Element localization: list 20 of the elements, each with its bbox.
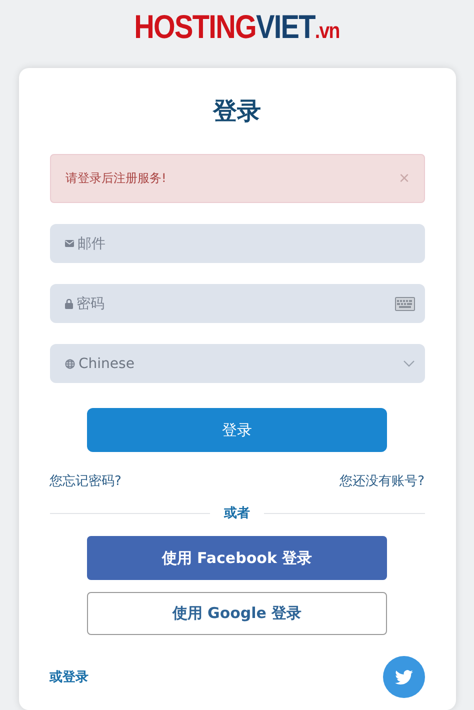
mail-icon bbox=[64, 240, 74, 247]
alert-text: 请登录后注册服务! bbox=[66, 170, 166, 187]
globe-icon bbox=[64, 358, 74, 368]
lock-icon bbox=[64, 298, 72, 308]
chevron-down-icon bbox=[402, 360, 414, 367]
logo: HOSTINGVIET.vn bbox=[134, 8, 340, 47]
or-login-text: 或登录 bbox=[50, 669, 88, 686]
page-title: 登录 bbox=[212, 96, 262, 126]
twitter-button[interactable] bbox=[382, 656, 424, 698]
divider-text: 或者 bbox=[224, 505, 250, 522]
keyboard-icon[interactable] bbox=[394, 296, 414, 310]
register-link[interactable]: 您还没有账号? bbox=[340, 472, 424, 490]
password-input[interactable]: 密码 bbox=[76, 284, 390, 323]
language-select[interactable]: Chinese bbox=[50, 344, 424, 383]
login-button[interactable]: 登录 bbox=[87, 408, 387, 452]
forgot-password-link[interactable]: 您忘记密码? bbox=[50, 472, 122, 490]
password-field[interactable]: 密码 bbox=[50, 284, 424, 323]
facebook-login-button[interactable]: 使用 Facebook 登录 bbox=[87, 536, 387, 580]
google-login-button[interactable]: 使用 Google 登录 bbox=[87, 592, 387, 635]
bird-icon bbox=[394, 670, 412, 684]
